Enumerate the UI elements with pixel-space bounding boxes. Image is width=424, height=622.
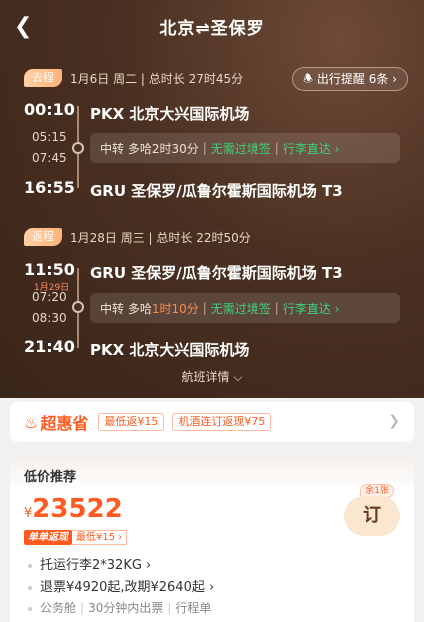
- transfer-label: 中转 多哈: [100, 301, 152, 316]
- return-transfer-info[interactable]: 中转 多哈 1时10分 | 无需过境签 | 行李直达 ›: [90, 293, 400, 323]
- bullet-icon: [28, 563, 32, 568]
- visa-info: 无需过境签: [210, 301, 271, 316]
- outbound-header: 去程 1月6日 周二 | 总时长 27时45分: [24, 68, 243, 88]
- flight-summary-header: ❮ 北京⇌圣保罗 去程 1月6日 周二 | 总时长 27时45分 🕭 出行提醒 …: [0, 0, 424, 398]
- cashback-badge-label: 单单返现: [24, 530, 72, 545]
- promo-brand: 超惠省: [40, 414, 89, 433]
- reminder-label: 出行提醒 6条 ›: [316, 72, 397, 86]
- transfer-duration: 2时30分: [151, 141, 199, 156]
- price-value: 23522: [32, 494, 123, 524]
- fare-card: 低价推荐 ¥23522 单单返现 最低¥15 › 余1张 订 托运行李2*32K…: [10, 454, 414, 622]
- return-transfer-dot: [72, 301, 84, 313]
- return-header: 返程 1月28日 周三 | 总时长 22时50分: [24, 227, 251, 247]
- page-title: 北京⇌圣保罗: [159, 19, 265, 39]
- book-button[interactable]: 订: [344, 496, 400, 536]
- flight-detail-toggle[interactable]: 航班详情 ⌵: [0, 368, 424, 385]
- baggage-through-link[interactable]: 行李直达 ›: [283, 140, 340, 157]
- promo-chip-cashback: 最低返¥15: [98, 413, 165, 431]
- outbound-dep-airport: PKX 北京大兴国际机场: [90, 105, 250, 123]
- return-transfer-depart: 08:30: [32, 311, 67, 325]
- baggage-allowance-text: 托运行李2*32KG ›: [40, 558, 152, 573]
- outbound-dep-time: 00:10: [24, 100, 75, 119]
- bell-icon: 🕭: [303, 72, 313, 85]
- bullet-icon: [28, 606, 32, 611]
- visa-info: 无需过境签: [210, 141, 271, 156]
- return-arr-airport: PKX 北京大兴国际机场: [90, 341, 250, 359]
- bullet-icon: [28, 585, 32, 590]
- transfer-duration: 1时10分: [151, 301, 199, 316]
- cashback-badge-min: 最低¥15 ›: [72, 530, 128, 545]
- baggage-allowance-link[interactable]: 托运行李2*32KG ›: [28, 554, 151, 573]
- fare-price: ¥23522: [24, 494, 123, 524]
- outbound-transfer-info[interactable]: 中转 多哈 2时30分 | 无需过境签 | 行李直达 ›: [90, 133, 400, 163]
- return-arr-time: 21:40: [24, 337, 75, 356]
- flame-icon: ♨: [24, 412, 39, 432]
- fare-features: 公务舱 | 30分钟内出票 | 行程单: [28, 599, 211, 616]
- promo-banner[interactable]: ♨ 超惠省 最低返¥15 机酒连订返现¥75 ❯: [10, 402, 414, 442]
- nav-bar: ❮ 北京⇌圣保罗: [0, 0, 424, 50]
- ticketing-time: 30分钟内出票: [88, 601, 164, 615]
- chevron-right-icon: ❯: [388, 413, 400, 429]
- cabin-class: 公务舱: [40, 601, 77, 615]
- travel-reminder-button[interactable]: 🕭 出行提醒 6条 ›: [292, 67, 408, 91]
- return-transfer-arrive: 07:20: [32, 290, 67, 304]
- refund-change-text: 退票¥4920起,改期¥2640起 ›: [40, 580, 215, 595]
- fare-card-title: 低价推荐: [24, 470, 77, 485]
- return-dep-airport: GRU 圣保罗/瓜鲁尔霍斯国际机场 T3: [90, 264, 343, 282]
- transfer-label: 中转 多哈: [100, 141, 152, 156]
- outbound-transfer-depart: 07:45: [32, 151, 67, 165]
- outbound-transfer-dot: [72, 142, 84, 154]
- return-dep-time: 11:50: [24, 260, 75, 279]
- baggage-through-link[interactable]: 行李直达 ›: [283, 300, 340, 317]
- cashback-badge[interactable]: 单单返现 最低¥15 ›: [24, 530, 128, 545]
- return-summary: 1月28日 周三 | 总时长 22时50分: [70, 230, 251, 245]
- outbound-transfer-arrive: 05:15: [32, 130, 67, 144]
- itinerary-note: 行程单: [175, 601, 212, 615]
- outbound-summary: 1月6日 周二 | 总时长 27时45分: [70, 71, 244, 86]
- outbound-tag: 去程: [24, 69, 62, 87]
- outbound-arr-airport: GRU 圣保罗/瓜鲁尔霍斯国际机场 T3: [90, 182, 343, 200]
- promo-chip-bundle: 机酒连订返现¥75: [172, 413, 272, 431]
- outbound-arr-time: 16:55: [24, 178, 75, 197]
- return-tag: 返程: [24, 228, 62, 246]
- refund-change-link[interactable]: 退票¥4920起,改期¥2640起 ›: [28, 576, 214, 595]
